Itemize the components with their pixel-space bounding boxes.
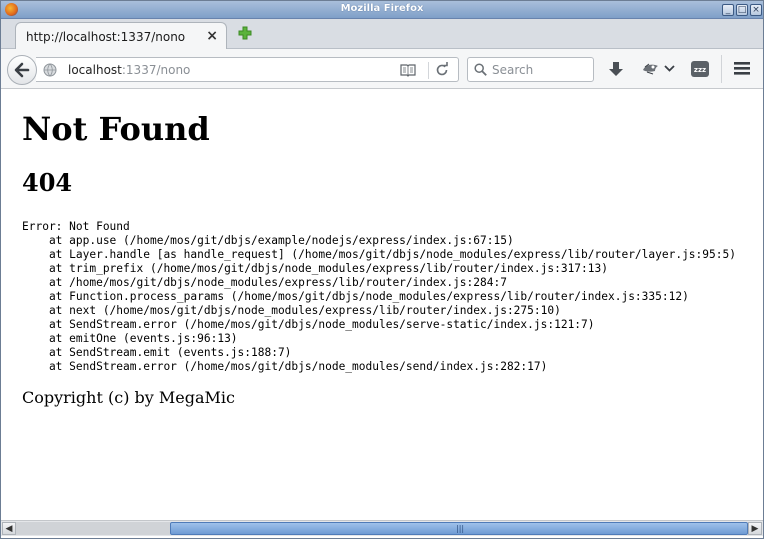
page-content: Not Found 404 Error: Not Found at app.us… (1, 90, 763, 520)
page-heading: Not Found (22, 110, 210, 148)
toolbar-separator (721, 55, 722, 83)
url-text[interactable]: localhost:1337/nono (68, 63, 190, 77)
svg-text:zzz: zzz (694, 66, 706, 74)
zzz-icon[interactable]: zzz (690, 60, 710, 78)
maximize-button[interactable]: □ (736, 4, 748, 16)
browser-window: Mozilla Firefox _ □ × http://localhost:1… (0, 0, 764, 539)
search-placeholder: Search (492, 63, 534, 77)
window-title: Mozilla Firefox (340, 3, 424, 14)
url-host: localhost (68, 63, 122, 77)
stack-trace: Error: Not Found at app.use (/home/mos/g… (22, 220, 736, 373)
plus-icon[interactable] (237, 25, 253, 41)
download-icon[interactable] (607, 60, 625, 78)
scroll-track[interactable] (16, 522, 170, 535)
tab-title: http://localhost:1337/nono (26, 30, 186, 44)
minimize-button[interactable]: _ (722, 4, 734, 16)
addon-icon[interactable] (641, 61, 661, 77)
title-bar: Mozilla Firefox _ □ × (1, 1, 763, 19)
url-path: :1337/nono (121, 63, 191, 77)
search-input[interactable]: Search (467, 57, 594, 82)
back-button[interactable] (7, 55, 37, 85)
copyright-text: Copyright (c) by MegaMic (22, 388, 235, 407)
url-separator (428, 62, 429, 79)
scroll-grip-icon: ||| (456, 524, 465, 533)
hamburger-menu-icon[interactable] (733, 61, 751, 76)
tab-active[interactable]: http://localhost:1337/nono × (15, 22, 227, 50)
reader-view-icon[interactable] (400, 63, 416, 77)
status-code: 404 (22, 168, 73, 197)
horizontal-scrollbar[interactable]: ◀ ||| ▶ (1, 520, 763, 536)
url-bar[interactable]: localhost:1337/nono (36, 57, 459, 82)
scroll-right-arrow-icon[interactable]: ▶ (748, 522, 762, 535)
scroll-left-arrow-icon[interactable]: ◀ (2, 522, 16, 535)
search-icon (474, 63, 487, 76)
reload-icon[interactable] (434, 62, 450, 78)
scroll-thumb[interactable]: ||| (170, 522, 748, 535)
globe-icon (43, 63, 57, 77)
navigation-bar: localhost:1337/nono Search zzz (1, 49, 763, 89)
close-window-button[interactable]: × (750, 4, 762, 16)
chevron-down-icon[interactable] (664, 64, 675, 73)
back-arrow-icon (14, 62, 30, 78)
tab-close-icon[interactable]: × (206, 28, 218, 44)
tab-bar: http://localhost:1337/nono × (1, 19, 763, 50)
